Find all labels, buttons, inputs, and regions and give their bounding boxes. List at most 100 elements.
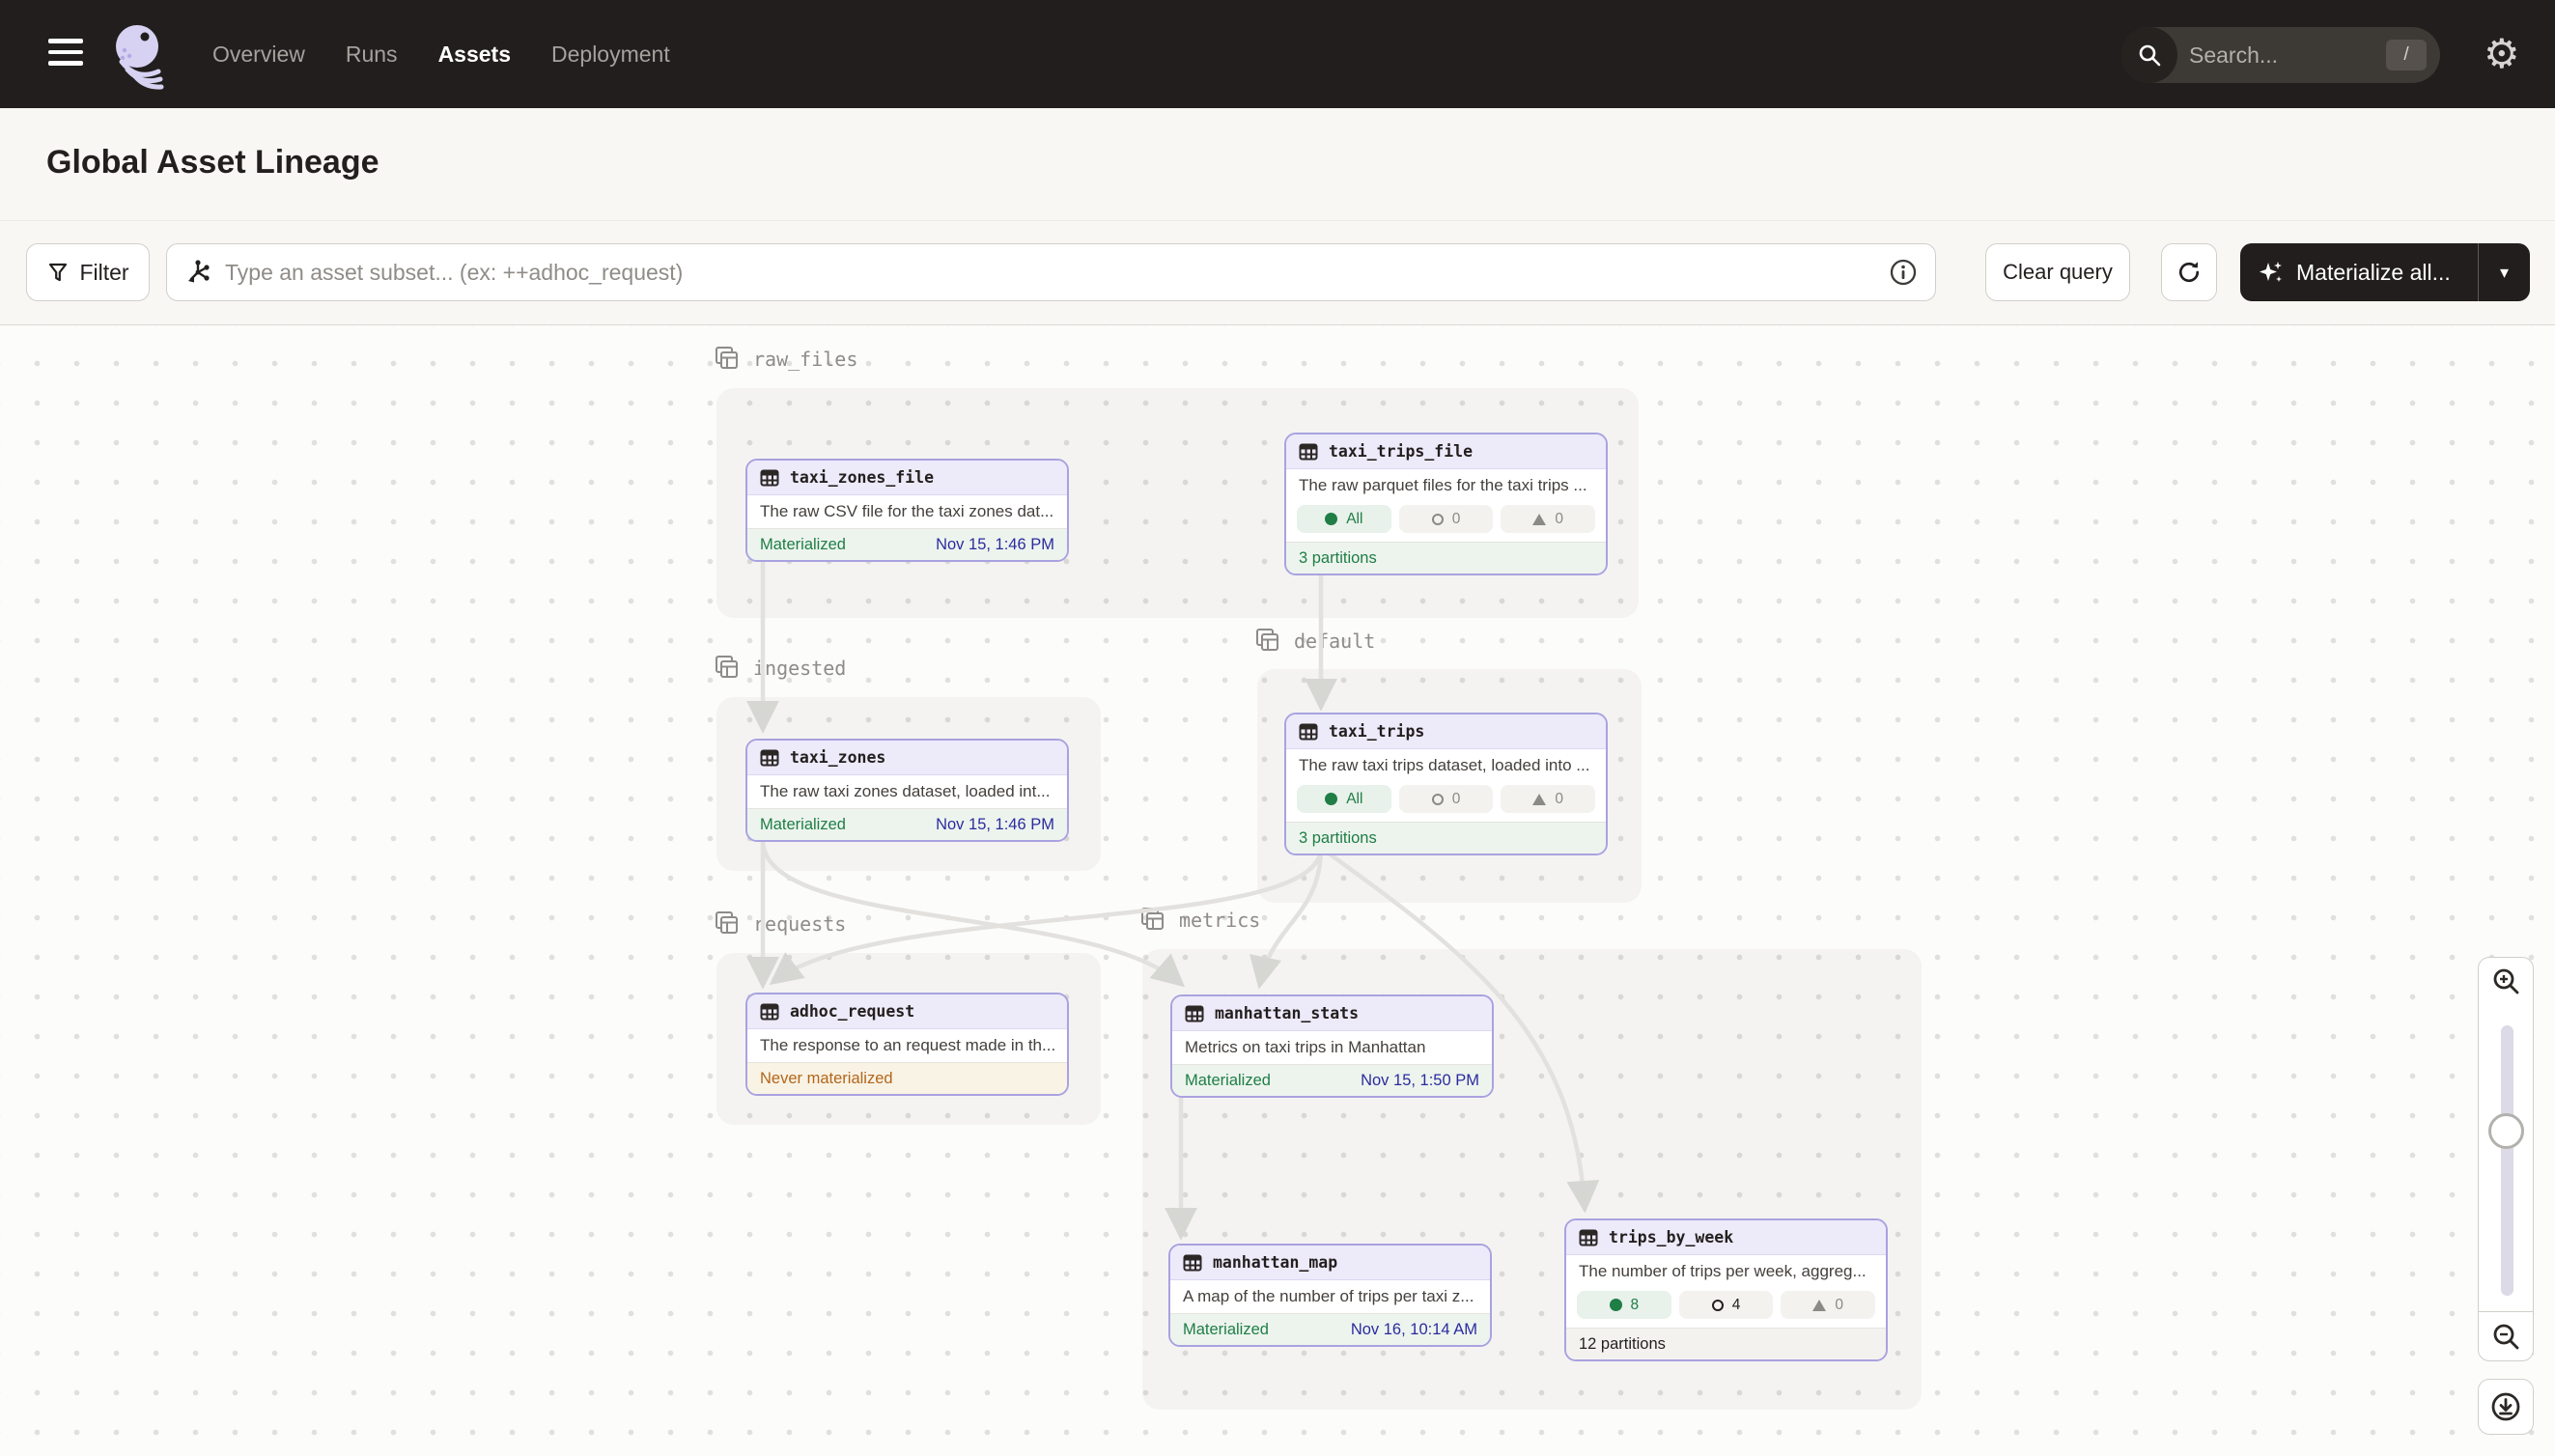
zoom-slider-handle[interactable] [2488,1113,2524,1149]
badge-materialized: All [1297,505,1391,533]
triangle-icon [1812,1300,1826,1311]
badge-materialized: 8 [1577,1291,1671,1319]
page-title: Global Asset Lineage [46,144,379,182]
download-image-button[interactable] [2478,1379,2534,1435]
ring-icon [1712,1300,1724,1311]
ring-icon [1432,794,1444,805]
asset-name: taxi_zones_file [790,468,934,487]
table-icon [760,1002,779,1022]
asset-description: The raw taxi trips dataset, loaded into … [1286,749,1606,782]
asset-description: A map of the number of trips per taxi z.… [1170,1280,1490,1313]
search-shortcut-key: / [2386,40,2427,70]
search-icon [2121,27,2177,83]
page-header: Global Asset Lineage Reload definitions [0,108,2555,221]
asset-name: taxi_trips [1329,722,1424,741]
materialize-dropdown-caret[interactable]: ▾ [2478,243,2530,301]
partition-badges: 8 4 0 [1566,1288,1886,1328]
asset-node-taxi-zones[interactable]: taxi_zones The raw taxi zones dataset, l… [745,739,1069,842]
zoom-slider[interactable] [2478,1004,2534,1311]
asset-timestamp[interactable]: Nov 16, 10:14 AM [1351,1321,1477,1339]
settings-gear-icon[interactable]: ⚙ [2484,29,2520,79]
nav-links: Overview Runs Assets Deployment [212,0,670,108]
table-icon [1185,1004,1204,1023]
zoom-slider-track[interactable] [2501,1025,2513,1296]
search-input[interactable] [2189,42,2353,69]
lineage-toolbar: Filter Clear query [0,221,2555,325]
zoom-in-icon [2490,966,2521,996]
refresh-icon [2176,259,2203,286]
asset-name: manhattan_stats [1215,1004,1359,1022]
asset-status: Materialized [1183,1321,1269,1339]
badge-missing: 0 [1399,505,1494,533]
asset-name: trips_by_week [1609,1228,1733,1246]
badge-failed: 0 [1501,785,1595,813]
asset-timestamp[interactable]: Nov 15, 1:46 PM [936,536,1054,554]
table-icon [1579,1228,1598,1247]
dagster-logo[interactable] [108,21,174,91]
asset-status: Materialized [760,816,846,834]
refresh-button[interactable] [2161,243,2217,301]
asset-name: adhoc_request [790,1002,914,1021]
asset-name: taxi_zones [790,748,885,767]
table-icon [1183,1253,1202,1273]
badge-failed: 0 [1781,1291,1875,1319]
info-icon[interactable] [1889,258,1918,287]
badge-missing: 4 [1679,1291,1774,1319]
table-icon [760,468,779,488]
hamburger-menu-icon[interactable] [48,39,85,70]
asset-status: Materialized [1185,1072,1271,1090]
dot-icon [1325,793,1337,805]
asset-description: The raw CSV file for the taxi zones dat.… [747,495,1067,528]
asset-node-taxi-zones-file[interactable]: taxi_zones_file The raw CSV file for the… [745,459,1069,562]
triangle-icon [1532,794,1546,805]
dagster-app: Overview Runs Assets Deployment / ⚙ Glob… [0,0,2555,1456]
table-icon [760,748,779,768]
asset-name: taxi_trips_file [1329,442,1473,461]
asset-description: The raw parquet files for the taxi trips… [1286,469,1606,502]
download-icon [2488,1389,2523,1424]
funnel-icon [46,261,70,284]
materialize-all-button[interactable]: Materialize all... [2240,259,2478,286]
badge-materialized: All [1297,785,1391,813]
asset-node-taxi-trips-file[interactable]: taxi_trips_file The raw parquet files fo… [1284,433,1608,575]
asset-description: The raw taxi zones dataset, loaded int..… [747,775,1067,808]
dot-icon [1325,513,1337,525]
zoom-out-icon [2490,1321,2521,1352]
asset-description: The response to an request made in th... [747,1029,1067,1062]
asset-partitions: 3 partitions [1299,549,1377,568]
nav-link-runs[interactable]: Runs [346,42,398,68]
asset-query-input[interactable] [225,260,1889,286]
dot-icon [1610,1299,1622,1311]
nav-link-overview[interactable]: Overview [212,42,305,68]
clear-query-button[interactable]: Clear query [1985,243,2130,301]
table-icon [1299,722,1318,742]
materialize-all-split-button: Materialize all... ▾ [2240,243,2530,301]
global-search[interactable]: / [2121,27,2440,83]
asset-timestamp[interactable]: Nov 15, 1:50 PM [1361,1072,1479,1090]
lineage-canvas[interactable]: raw_files ingested default requests metr… [0,326,2555,1456]
partition-badges: All 0 0 [1286,782,1606,822]
asset-node-trips-by-week[interactable]: trips_by_week The number of trips per we… [1564,1218,1888,1361]
zoom-in-button[interactable] [2478,957,2534,1005]
ring-icon [1432,514,1444,525]
asset-name: manhattan_map [1213,1253,1337,1272]
badge-failed: 0 [1501,505,1595,533]
triangle-icon [1532,514,1546,525]
asset-node-taxi-trips[interactable]: taxi_trips The raw taxi trips dataset, l… [1284,713,1608,855]
asset-partitions: 12 partitions [1579,1335,1666,1354]
asset-node-adhoc-request[interactable]: adhoc_request The response to an request… [745,993,1069,1096]
asset-status: Never materialized [760,1070,893,1088]
asset-description: The number of trips per week, aggreg... [1566,1255,1886,1288]
filter-button[interactable]: Filter [26,243,150,301]
zoom-out-button[interactable] [2478,1311,2534,1361]
sparkle-icon [2258,259,2285,286]
asset-node-manhattan-stats[interactable]: manhattan_stats Metrics on taxi trips in… [1170,994,1494,1098]
asset-node-manhattan-map[interactable]: manhattan_map A map of the number of tri… [1168,1244,1492,1347]
asset-selector-icon [184,259,211,286]
top-nav: Overview Runs Assets Deployment / ⚙ [0,0,2555,108]
badge-missing: 0 [1399,785,1494,813]
asset-status: Materialized [760,536,846,554]
nav-link-assets[interactable]: Assets [438,42,511,68]
nav-link-deployment[interactable]: Deployment [551,42,670,68]
asset-timestamp[interactable]: Nov 15, 1:46 PM [936,816,1054,834]
